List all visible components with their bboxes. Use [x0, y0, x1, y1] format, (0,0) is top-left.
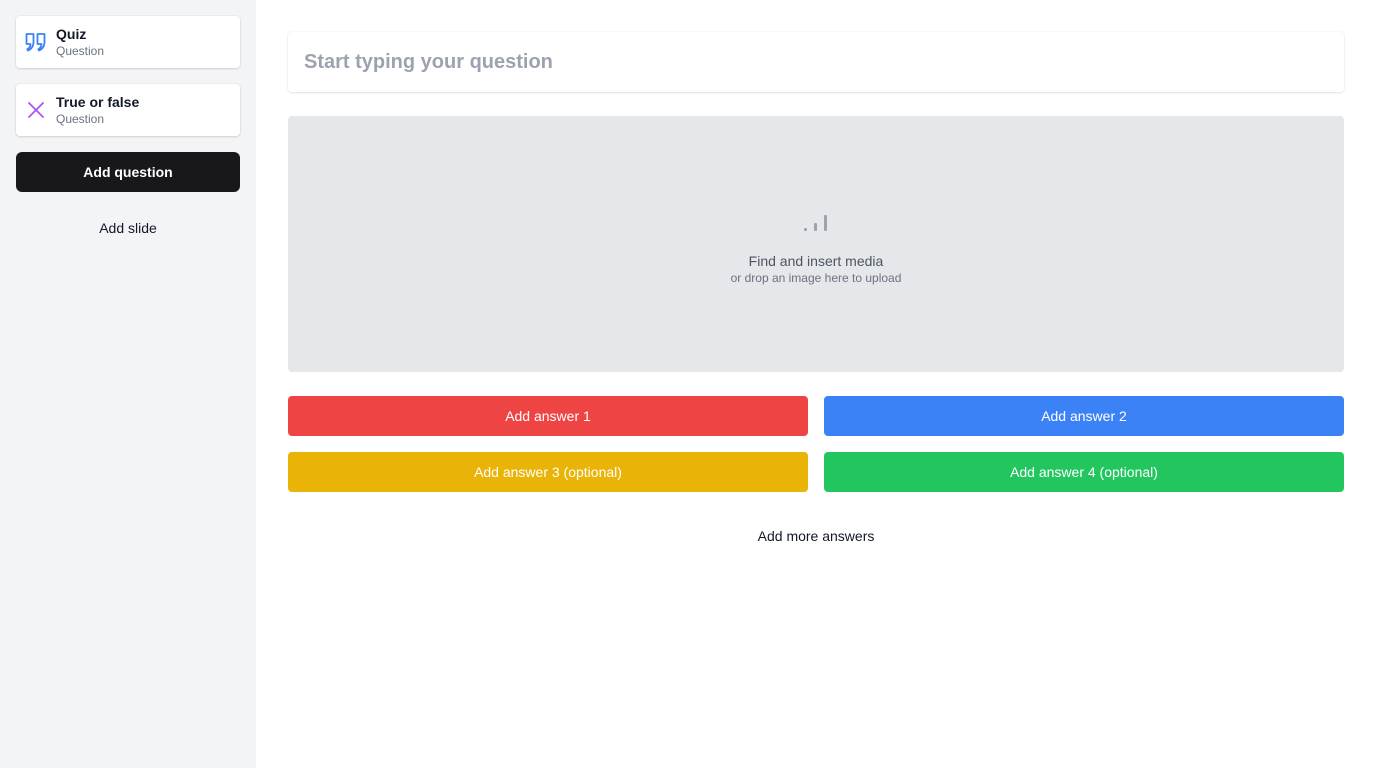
signal-icon: [802, 203, 830, 252]
question-card-title: Quiz: [56, 26, 87, 42]
question-input[interactable]: [288, 32, 1344, 92]
question-card-quiz[interactable]: Quiz Question: [16, 16, 240, 68]
question-card-type: Question: [56, 44, 105, 58]
answer-1-button[interactable]: Add answer 1: [288, 396, 808, 436]
add-more-answers-button[interactable]: Add more answers: [758, 528, 875, 544]
answer-4-button[interactable]: Add answer 4 (optional): [824, 452, 1344, 492]
media-subtitle: or drop an image here to upload: [730, 270, 902, 285]
question-card-type: Question: [56, 112, 105, 126]
answers-grid: Add answer 1 Add answer 2 Add answer 3 (…: [288, 396, 1344, 492]
question-card-title: True or false: [56, 94, 140, 110]
add-slide-button[interactable]: Add slide: [16, 208, 240, 248]
quote-icon: [24, 30, 48, 54]
question-card-true-false[interactable]: True or false Question: [16, 84, 240, 136]
answer-3-button[interactable]: Add answer 3 (optional): [288, 452, 808, 492]
more-answers-row: Add more answers: [288, 516, 1344, 556]
sidebar: Quiz Question True or false Question Add…: [0, 0, 256, 768]
answer-2-button[interactable]: Add answer 2: [824, 396, 1344, 436]
x-icon: [24, 98, 48, 122]
question-editor: Find and insert media or drop an image h…: [256, 0, 1376, 768]
media-dropzone[interactable]: Find and insert media or drop an image h…: [288, 116, 1344, 372]
media-title: Find and insert media: [748, 252, 884, 269]
add-question-button[interactable]: Add question: [16, 152, 240, 192]
